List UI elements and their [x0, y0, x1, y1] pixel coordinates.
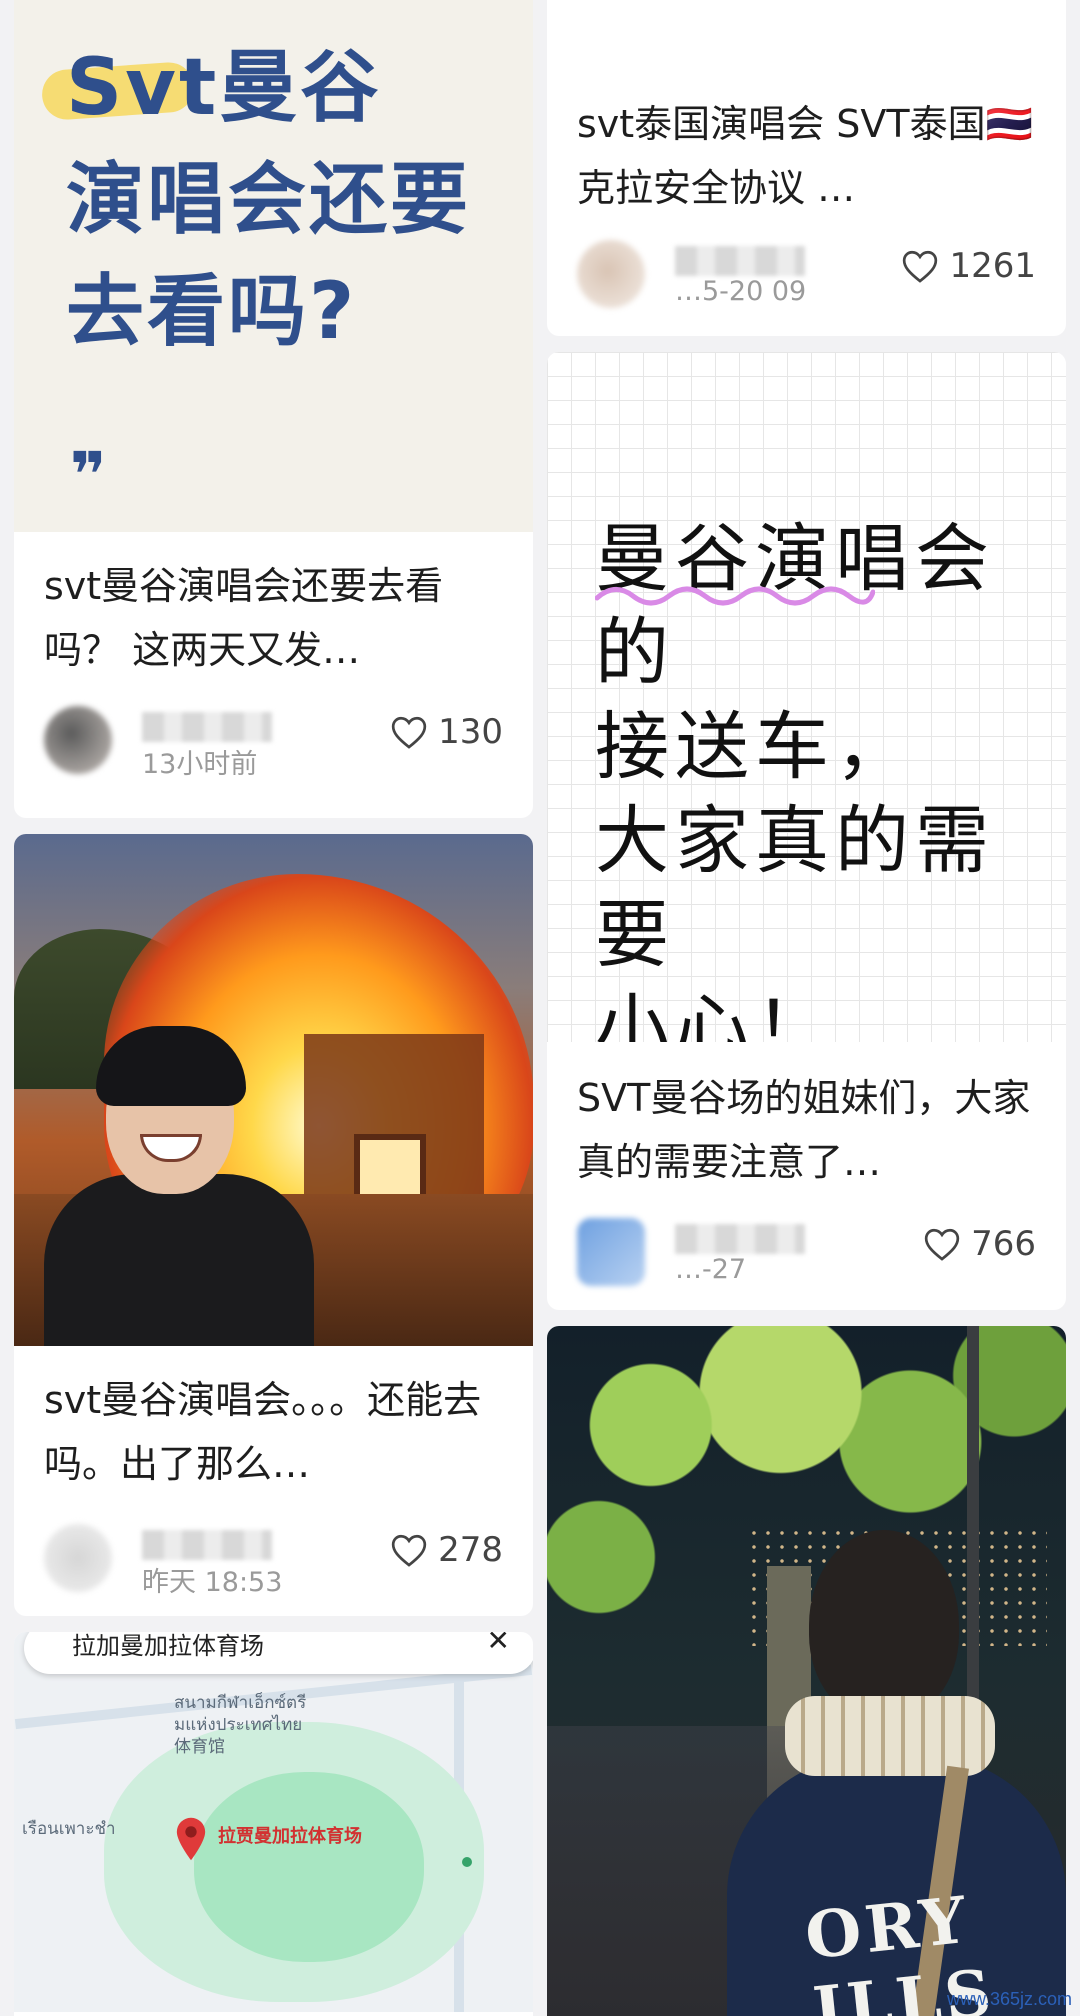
like-button[interactable]: 766 — [923, 1224, 1036, 1264]
heart-icon — [903, 250, 938, 283]
feed-card[interactable]: svt泰国演唱会 SVT泰国🇹🇭 克拉安全协议 … …5-20 09 1261 — [547, 0, 1066, 336]
card-cover-map[interactable]: 拉加曼加拉体育场 ✕ สนามกีฬาเอ็กซ์ตรี มแห่งประเทศ… — [14, 1632, 533, 2012]
card-meta: 昨天 18:53 278 — [14, 1516, 533, 1598]
map-dot — [462, 1857, 472, 1867]
card-title[interactable]: SVT曼谷场的姐妹们，大家真的需要注意了… — [577, 1066, 1040, 1194]
avatar[interactable] — [577, 1218, 645, 1286]
username-blurred[interactable] — [142, 712, 272, 742]
card-cover-image[interactable] — [14, 834, 533, 1346]
card-meta: …-27 766 — [547, 1210, 1066, 1290]
like-button[interactable]: 278 — [390, 1530, 503, 1570]
card-cover-image[interactable]: Svt曼谷 演唱会还要 去看吗? ❞ — [14, 0, 533, 532]
card-meta: 13小时前 130 — [14, 698, 533, 780]
post-time: 13小时前 — [142, 749, 258, 780]
wavy-underline — [595, 586, 875, 606]
card-title[interactable]: svt泰国演唱会 SVT泰国🇹🇭 克拉安全协议 … — [577, 92, 1040, 220]
like-button[interactable]: 1261 — [901, 246, 1036, 286]
cover-text-line: 大家真的需要 — [595, 798, 995, 978]
like-count: 278 — [438, 1530, 503, 1570]
map-search-text: 拉加曼加拉体育场 — [72, 1632, 264, 1660]
card-meta: …5-20 09 1261 — [547, 232, 1066, 312]
card-title[interactable]: svt曼谷演唱会还要去看吗？ 这两天又发… — [44, 554, 507, 682]
post-time: …5-20 09 — [675, 276, 807, 307]
map-label: เรือนเพาะชำ — [22, 1819, 116, 1839]
feed-card[interactable]: 曼谷演唱会的 接送车， 大家真的需要 小心！ SVT曼谷场的姐妹们，大家真的需要… — [547, 352, 1066, 1310]
like-count: 130 — [438, 712, 503, 752]
card-title[interactable]: svt曼谷演唱会。。。还能去吗。出了那么… — [44, 1368, 507, 1496]
cover-text-line: 小心！ — [595, 986, 835, 1042]
cover-text: Svt曼谷 演唱会还要 去看吗? — [66, 32, 471, 368]
feed-card[interactable]: ORY ILLS — [547, 1326, 1066, 2016]
photo-scarf — [785, 1696, 995, 1776]
person-body — [44, 1174, 314, 1346]
username-blurred[interactable] — [675, 246, 805, 276]
feed-card[interactable]: Svt曼谷 演唱会还要 去看吗? ❞ svt曼谷演唱会还要去看吗？ 这两天又发…… — [14, 0, 533, 818]
avatar[interactable] — [44, 706, 112, 774]
like-button[interactable]: 130 — [390, 712, 503, 752]
map-label: สนามกีฬาเอ็กซ์ตรี มแห่งประเทศไทย 体育馆 — [174, 1692, 306, 1758]
avatar[interactable] — [44, 1524, 112, 1592]
username-blurred[interactable] — [675, 1224, 805, 1254]
post-time: 昨天 18:53 — [142, 1567, 283, 1598]
avatar[interactable] — [577, 240, 645, 308]
heart-icon — [924, 1228, 960, 1261]
username-blurred[interactable] — [142, 1530, 272, 1560]
card-cover-image[interactable]: 曼谷演唱会的 接送车， 大家真的需要 小心！ — [547, 352, 1066, 1042]
feed-card[interactable]: 拉加曼加拉体育场 ✕ สนามกีฬาเอ็กซ์ตรี มแห่งประเทศ… — [14, 1632, 533, 2016]
like-count: 1261 — [949, 246, 1036, 286]
map-venue-label: 拉贾曼加拉体育场 — [218, 1826, 362, 1847]
post-time: …-27 — [675, 1254, 747, 1285]
cover-text-line: 去看吗? — [66, 267, 358, 357]
cover-text-line: 演唱会还要 — [66, 155, 472, 245]
card-cover-image[interactable]: ORY ILLS — [547, 1326, 1066, 2016]
feed-card[interactable]: svt曼谷演唱会。。。还能去吗。出了那么… 昨天 18:53 278 — [14, 834, 533, 1616]
photo-person — [44, 1026, 314, 1346]
heart-icon — [391, 1534, 427, 1567]
map-label-line: สนามกีฬาเอ็กซ์ตรี — [174, 1693, 307, 1713]
watermark: www.365jz.com — [946, 1989, 1072, 2009]
like-count: 766 — [971, 1224, 1036, 1264]
map-label-line: มแห่งประเทศไทย — [174, 1715, 303, 1735]
quote-mark-icon: ❞ — [70, 438, 107, 511]
map-stadium-field — [194, 1772, 424, 1962]
heart-icon — [391, 716, 427, 749]
map-pin-icon[interactable] — [174, 1816, 208, 1862]
photo-person-head — [809, 1530, 959, 1720]
map-label-line: 体育馆 — [174, 1737, 225, 1757]
cover-text-line: 接送车， — [595, 704, 915, 790]
cover-text-line: Svt曼谷 — [66, 43, 382, 133]
map-search-bar[interactable]: 拉加曼加拉体育场 ✕ — [24, 1632, 533, 1674]
close-icon[interactable]: ✕ — [487, 1632, 510, 1657]
person-hair — [96, 1026, 246, 1106]
